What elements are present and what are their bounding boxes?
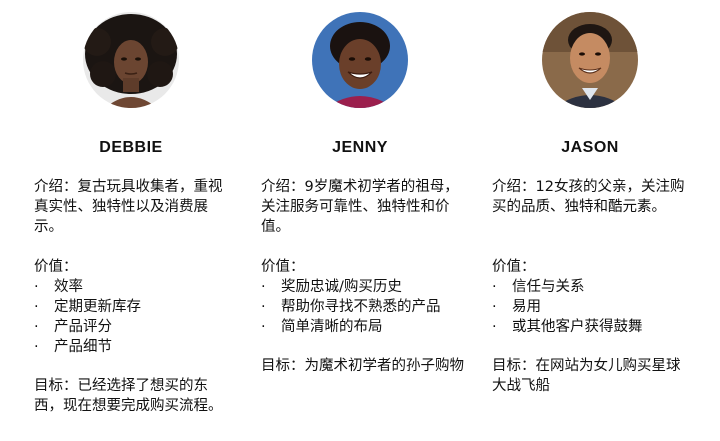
persona-intro: 介绍：复古玩具收集者，重视真实性、独特性以及消费展示。	[34, 179, 223, 235]
list-item: · 或其他客户获得鼓舞	[492, 319, 643, 335]
bullet-icon: ·	[492, 279, 497, 295]
woman-curly-hair-photo-icon	[83, 12, 179, 108]
persona-values: 价值： · 信任与关系 · 易用 · 或其他客户获得鼓舞	[492, 257, 692, 337]
list-item: · 信任与关系	[492, 279, 585, 295]
bullet-icon: ·	[261, 279, 266, 295]
list-item: · 产品细节	[34, 339, 112, 355]
smiling-woman-photo-icon	[312, 12, 408, 108]
avatar-jason	[542, 12, 638, 108]
avatar-debbie	[83, 12, 179, 108]
bullet-icon: ·	[492, 319, 497, 335]
list-item: · 简单清晰的布局	[261, 319, 383, 335]
list-item: · 奖励忠诚/购买历史	[261, 279, 402, 295]
persona-values: 价值： · 效率 · 定期更新库存 · 产品评分 · 产品细节	[34, 257, 234, 357]
persona-name: JASON	[561, 139, 619, 156]
bullet-icon: ·	[34, 319, 39, 335]
list-item: · 定期更新库存	[34, 299, 141, 315]
bullet-icon: ·	[34, 299, 39, 315]
list-item: · 帮助你寻找不熟悉的产品	[261, 299, 441, 315]
list-item: · 效率	[34, 279, 83, 295]
smiling-man-photo-icon	[542, 12, 638, 108]
values-heading: 价值：	[34, 259, 78, 275]
bullet-icon: ·	[261, 299, 266, 315]
persona-goal: 目标：已经选择了想买的东西，现在想要完成购买流程。	[34, 378, 223, 414]
values-heading: 价值：	[261, 259, 305, 275]
persona-name: DEBBIE	[99, 139, 163, 156]
bullet-icon: ·	[261, 319, 266, 335]
bullet-icon: ·	[492, 299, 497, 315]
values-heading: 价值：	[492, 259, 536, 275]
persona-goal: 目标：为魔术初学者的孙子购物	[261, 358, 464, 374]
list-item: · 易用	[492, 299, 541, 315]
persona-name: JENNY	[332, 139, 388, 156]
persona-values: 价值： · 奖励忠诚/购买历史 · 帮助你寻找不熟悉的产品 · 简单清晰的布局	[261, 257, 461, 337]
list-item: · 产品评分	[34, 319, 112, 335]
persona-intro: 介绍：9岁魔术初学者的祖母，关注服务可靠性、独特性和价值。	[261, 179, 459, 235]
persona-goal: 目标：在网站为女儿购买星球大战飞船	[492, 358, 681, 394]
persona-intro: 介绍：12女孩的父亲，关注购买的品质、独特和酷元素。	[492, 179, 685, 215]
bullet-icon: ·	[34, 339, 39, 355]
bullet-icon: ·	[34, 279, 39, 295]
avatar-jenny	[312, 12, 408, 108]
